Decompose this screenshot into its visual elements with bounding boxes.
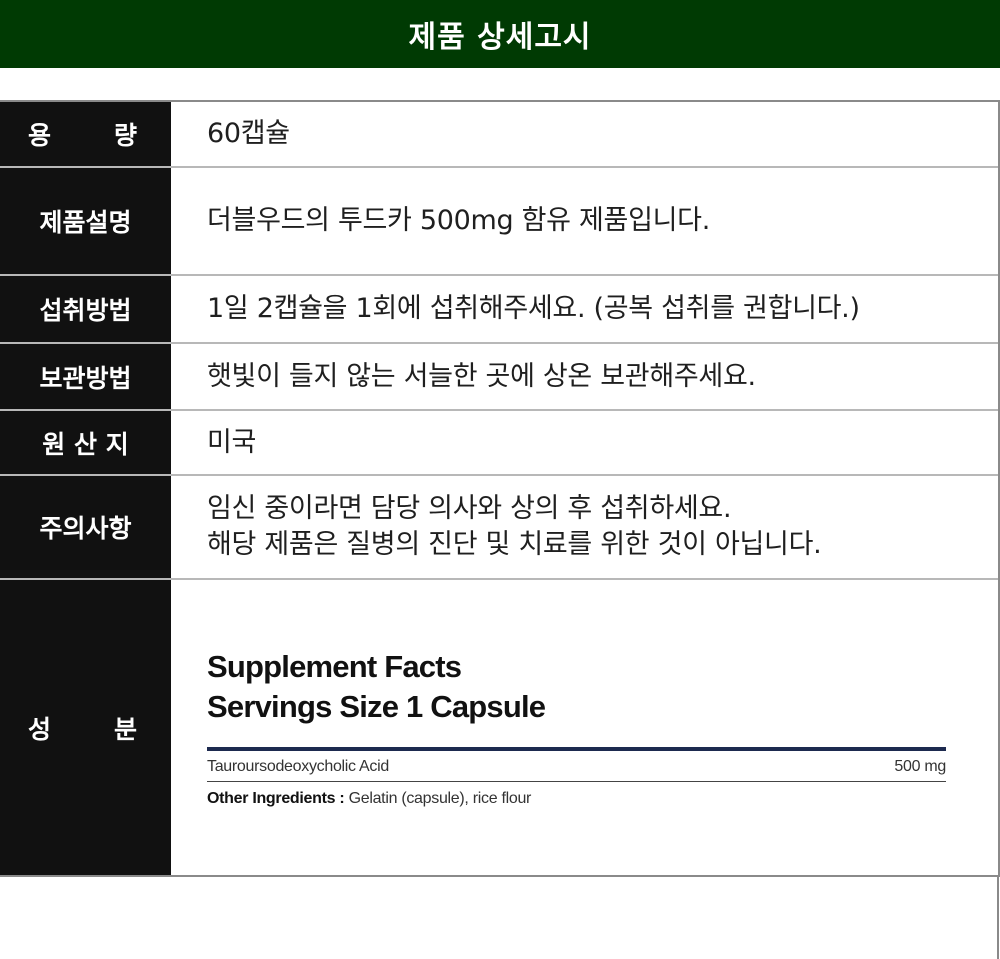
- row-label-capacity-char2: 량: [113, 121, 137, 150]
- product-spec-table: 용 량 60캡슐 제품설명 더블우드의 투드카 500mg 함유 제품입니다. …: [0, 100, 1000, 877]
- row-value-intake: 1일 2캡슐을 1회에 섭취해주세요. (공복 섭취를 권합니다.): [171, 276, 998, 342]
- row-label-origin: 원 산 지: [0, 411, 171, 474]
- row-label-capacity: 용 량: [0, 102, 171, 166]
- table-edge-line: [997, 875, 999, 959]
- row-label-description: 제품설명: [0, 168, 171, 274]
- row-value-storage: 햇빛이 들지 않는 서늘한 곳에 상온 보관해주세요.: [171, 344, 998, 409]
- row-value-text: 1일 2캡슐을 1회에 섭취해주세요. (공복 섭취를 권합니다.): [207, 293, 860, 324]
- other-ingredients: Other Ingredients : Gelatin (capsule), r…: [207, 782, 946, 808]
- row-label-storage: 보관방법: [0, 344, 171, 409]
- row-label-capacity-char1: 용: [28, 121, 52, 150]
- table-row-capacity: 용 량 60캡슐: [0, 102, 998, 168]
- row-label-caution: 주의사항: [0, 476, 171, 578]
- ingredient-amount: 500 mg: [894, 758, 946, 775]
- row-label-ingredients: 성 분: [0, 580, 171, 875]
- table-row-origin: 원 산 지 미국: [0, 411, 998, 476]
- other-ingredients-value: Gelatin (capsule), rice flour: [344, 790, 532, 807]
- row-value-text: 더블우드의 투드카 500mg 함유 제품입니다.: [207, 205, 710, 236]
- page-title-banner: 제품 상세고시: [0, 0, 1000, 68]
- supplement-facts-panel: Supplement Facts Servings Size 1 Capsule…: [171, 580, 998, 875]
- row-value-text: 미국: [207, 426, 257, 458]
- table-row-caution: 주의사항 임신 중이라면 담당 의사와 상의 후 섭취하세요. 해당 제품은 질…: [0, 476, 998, 580]
- row-value-caution: 임신 중이라면 담당 의사와 상의 후 섭취하세요. 해당 제품은 질병의 진단…: [171, 476, 998, 578]
- row-value-line-2: 해당 제품은 질병의 진단 및 치료를 위한 것이 아닙니다.: [207, 529, 822, 560]
- row-label-intake: 섭취방법: [0, 276, 171, 342]
- row-value-description: 더블우드의 투드카 500mg 함유 제품입니다.: [171, 168, 998, 274]
- row-value-capacity: 60캡슐: [171, 102, 998, 166]
- row-value-text: 60캡슐: [207, 118, 290, 149]
- table-row-ingredients: 성 분 Supplement Facts Servings Size 1 Cap…: [0, 580, 998, 877]
- other-ingredients-label: Other Ingredients :: [207, 790, 345, 807]
- row-value-line-1: 임신 중이라면 담당 의사와 상의 후 섭취하세요.: [207, 493, 732, 524]
- row-label-ingredients-char2: 분: [113, 714, 137, 744]
- table-row-description: 제품설명 더블우드의 투드카 500mg 함유 제품입니다.: [0, 168, 998, 276]
- ingredient-row: Tauroursodeoxycholic Acid 500 mg: [207, 751, 946, 782]
- serving-size-title: Servings Size 1 Capsule: [207, 689, 546, 724]
- table-row-intake: 섭취방법 1일 2캡슐을 1회에 섭취해주세요. (공복 섭취를 권합니다.): [0, 276, 998, 344]
- row-value-origin: 미국: [171, 411, 998, 474]
- ingredient-name: Tauroursodeoxycholic Acid: [207, 758, 389, 775]
- table-row-storage: 보관방법 햇빛이 들지 않는 서늘한 곳에 상온 보관해주세요.: [0, 344, 998, 411]
- row-value-text: 햇빛이 들지 않는 서늘한 곳에 상온 보관해주세요.: [207, 360, 756, 392]
- page-title: 제품 상세고시: [408, 20, 592, 55]
- row-label-ingredients-char1: 성: [28, 714, 52, 744]
- supplement-facts-title: Supplement Facts: [207, 649, 462, 684]
